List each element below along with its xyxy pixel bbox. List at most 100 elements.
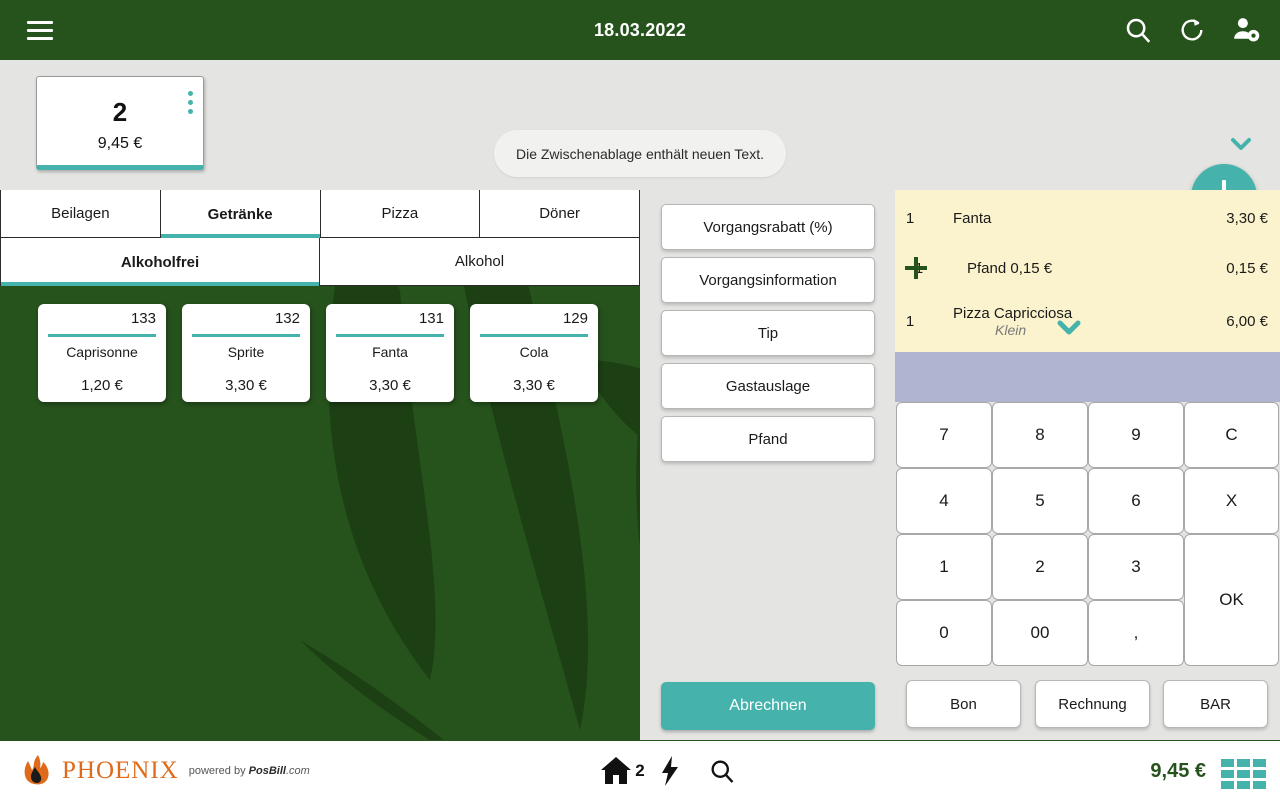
- key-label: X: [1225, 491, 1238, 510]
- home-icon[interactable]: [600, 756, 632, 786]
- bon-button[interactable]: Bon: [906, 680, 1021, 728]
- key-9[interactable]: 9: [1088, 402, 1184, 468]
- grid-cell: [1221, 759, 1234, 767]
- product-accent-bar: [336, 334, 444, 337]
- clipboard-toast: Die Zwischenablage enthält neuen Text.: [494, 130, 786, 177]
- selection-band[interactable]: [895, 352, 1280, 402]
- search-icon[interactable]: [1118, 10, 1158, 50]
- receipt-row[interactable]: 1 Pizza Capricciosa Klein 6,00 €: [895, 293, 1280, 349]
- product-tile[interactable]: 129 Cola 3,30 €: [470, 304, 598, 402]
- table-bar: 2 9,45 € Die Zwischenablage enthält neue…: [0, 60, 1280, 230]
- receipt-name: Fanta: [953, 209, 992, 227]
- product-tile[interactable]: 131 Fanta 3,30 €: [326, 304, 454, 402]
- product-number: 129: [562, 310, 588, 327]
- key-ok[interactable]: OK: [1184, 534, 1279, 666]
- key-4[interactable]: 4: [896, 468, 992, 534]
- key-1[interactable]: 1: [896, 534, 992, 600]
- rechnung-button[interactable]: Rechnung: [1035, 680, 1150, 728]
- product-accent-bar: [48, 334, 156, 337]
- table-card[interactable]: 2 9,45 €: [36, 76, 204, 170]
- more-vertical-icon[interactable]: [188, 91, 193, 114]
- product-price: 3,30 €: [369, 377, 411, 394]
- gastauslage-button[interactable]: Gastauslage: [661, 363, 875, 409]
- lightning-icon[interactable]: [660, 756, 680, 786]
- category-tab-beilagen[interactable]: Beilagen: [0, 190, 161, 238]
- dot: [188, 100, 193, 105]
- subcategory-tab-alkoholfrei[interactable]: Alkoholfrei: [0, 238, 320, 286]
- plus-icon[interactable]: [905, 257, 927, 279]
- tip-button[interactable]: Tip: [661, 310, 875, 356]
- key-2[interactable]: 2: [992, 534, 1088, 600]
- product-number: 132: [274, 310, 300, 327]
- tab-label: Beilagen: [51, 205, 110, 222]
- button-label: Abrechnen: [729, 697, 807, 714]
- vorgangsinformation-button[interactable]: Vorgangsinformation: [661, 257, 875, 303]
- key-double-zero[interactable]: 00: [992, 600, 1088, 666]
- key-clear[interactable]: C: [1184, 402, 1279, 468]
- tab-label: Döner: [539, 205, 581, 222]
- pfand-button[interactable]: Pfand: [661, 416, 875, 462]
- product-name: Sprite: [227, 344, 265, 360]
- key-5[interactable]: 5: [992, 468, 1088, 534]
- receipt-variant: Klein: [995, 321, 1027, 338]
- product-name: Cola: [519, 344, 549, 360]
- receipt-name: Pizza Capricciosa: [953, 304, 1073, 322]
- key-0[interactable]: 0: [896, 600, 992, 666]
- category-tab-getraenke[interactable]: Getränke: [160, 190, 321, 238]
- grid-cell: [1237, 770, 1250, 778]
- table-number: 2: [112, 97, 128, 127]
- key-multiply[interactable]: X: [1184, 468, 1279, 534]
- product-price: 1,20 €: [81, 377, 123, 394]
- key-label: OK: [1219, 590, 1244, 609]
- hamburger-menu-icon[interactable]: [10, 0, 70, 60]
- receipt-row[interactable]: 1 Pfand 0,15 € 0,15 €: [895, 243, 1280, 293]
- user-settings-icon[interactable]: [1226, 10, 1266, 50]
- key-3[interactable]: 3: [1088, 534, 1184, 600]
- key-label: 8: [1035, 425, 1045, 444]
- vorgangsrabatt-button[interactable]: Vorgangsrabatt (%): [661, 204, 875, 250]
- receipt-name-block: Pizza Capricciosa Klein: [925, 305, 1226, 338]
- brand-logo: PHOENIX powered by PosBill.com: [22, 741, 310, 800]
- key-label: 3: [1131, 557, 1141, 576]
- key-label: 1: [939, 557, 949, 576]
- product-accent-bar: [480, 334, 588, 337]
- product-tile[interactable]: 133 Caprisonne 1,20 €: [38, 304, 166, 402]
- key-label: 9: [1131, 425, 1141, 444]
- category-tab-pizza[interactable]: Pizza: [320, 190, 481, 238]
- grid-cell: [1253, 781, 1266, 789]
- grid-apps-icon[interactable]: [1221, 759, 1266, 789]
- product-number: 133: [130, 310, 156, 327]
- posbill-brand: PosBill: [248, 765, 286, 777]
- dot: [188, 109, 193, 114]
- button-label: Pfand: [748, 430, 788, 448]
- button-label: Gastauslage: [725, 377, 811, 395]
- subcategory-tab-alkohol[interactable]: Alkohol: [320, 238, 640, 286]
- category-tab-doener[interactable]: Döner: [480, 190, 640, 238]
- refresh-icon[interactable]: [1172, 10, 1212, 50]
- grid-cell: [1253, 770, 1266, 778]
- key-6[interactable]: 6: [1088, 468, 1184, 534]
- bar-button[interactable]: BAR: [1163, 680, 1268, 728]
- key-comma[interactable]: ,: [1088, 600, 1184, 666]
- abrechnen-button[interactable]: Abrechnen: [661, 682, 875, 730]
- key-label: 00: [1030, 623, 1050, 642]
- product-price: 3,30 €: [513, 377, 555, 394]
- search-icon[interactable]: [708, 757, 736, 785]
- button-label: Vorgangsrabatt (%): [703, 218, 833, 236]
- tab-label: Alkoholfrei: [120, 253, 200, 271]
- current-date: 18.03.2022: [593, 19, 687, 40]
- order-panel: 1 Fanta 3,30 € 1 Pfand 0,15 € 0,15 € 1 P…: [895, 190, 1280, 740]
- product-tile[interactable]: 132 Sprite 3,30 €: [182, 304, 310, 402]
- chevron-down-icon[interactable]: [1222, 128, 1260, 160]
- key-8[interactable]: 8: [992, 402, 1088, 468]
- key-7[interactable]: 7: [896, 402, 992, 468]
- product-price: 3,30 €: [225, 377, 267, 394]
- receipt-qty: 1: [905, 209, 915, 227]
- receipt-list: 1 Fanta 3,30 € 1 Pfand 0,15 € 0,15 € 1 P…: [895, 190, 1280, 352]
- order-total: 9,45 €: [1150, 759, 1206, 782]
- product-name: Fanta: [372, 344, 408, 360]
- receipt-row[interactable]: 1 Fanta 3,30 €: [895, 193, 1280, 243]
- key-label: 2: [1035, 557, 1045, 576]
- chevron-down-icon[interactable]: [1055, 319, 1083, 337]
- product-accent-bar: [192, 334, 300, 337]
